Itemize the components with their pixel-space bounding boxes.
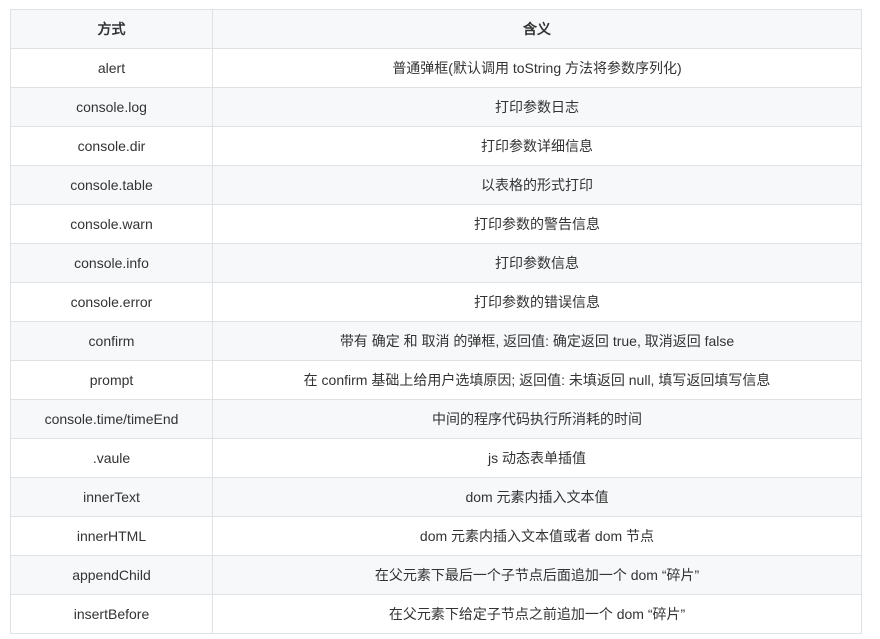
- method-cell: console.table: [10, 165, 213, 205]
- table-row: console.table 以表格的形式打印: [10, 165, 862, 205]
- table-row: console.warn 打印参数的警告信息: [10, 204, 862, 244]
- meaning-cell: 打印参数的错误信息: [212, 282, 862, 322]
- table-body: alert 普通弹框(默认调用 toString 方法将参数序列化) conso…: [10, 48, 862, 634]
- method-cell: console.info: [10, 243, 213, 283]
- meaning-cell: 在父元素下给定子节点之前追加一个 dom “碎片”: [212, 594, 862, 634]
- meaning-cell: dom 元素内插入文本值: [212, 477, 862, 517]
- method-cell: console.dir: [10, 126, 213, 166]
- header-meaning: 含义: [212, 9, 862, 49]
- method-cell: confirm: [10, 321, 213, 361]
- table-row: console.dir 打印参数详细信息: [10, 126, 862, 166]
- table-row: appendChild 在父元素下最后一个子节点后面追加一个 dom “碎片”: [10, 555, 862, 595]
- method-cell: console.time/timeEnd: [10, 399, 213, 439]
- meaning-cell: 打印参数信息: [212, 243, 862, 283]
- methods-table: 方式 含义 alert 普通弹框(默认调用 toString 方法将参数序列化)…: [10, 9, 862, 634]
- method-cell: alert: [10, 48, 213, 88]
- meaning-cell: 中间的程序代码执行所消耗的时间: [212, 399, 862, 439]
- table-row: .vaule js 动态表单插值: [10, 438, 862, 478]
- method-cell: console.error: [10, 282, 213, 322]
- table-row: alert 普通弹框(默认调用 toString 方法将参数序列化): [10, 48, 862, 88]
- meaning-cell: js 动态表单插值: [212, 438, 862, 478]
- table-row: console.error 打印参数的错误信息: [10, 282, 862, 322]
- method-cell: console.log: [10, 87, 213, 127]
- method-cell: innerHTML: [10, 516, 213, 556]
- table-row: prompt 在 confirm 基础上给用户选填原因; 返回值: 未填返回 n…: [10, 360, 862, 400]
- meaning-cell: 打印参数详细信息: [212, 126, 862, 166]
- method-cell: appendChild: [10, 555, 213, 595]
- meaning-cell: 打印参数的警告信息: [212, 204, 862, 244]
- table-row: confirm 带有 确定 和 取消 的弹框, 返回值: 确定返回 true, …: [10, 321, 862, 361]
- meaning-cell: dom 元素内插入文本值或者 dom 节点: [212, 516, 862, 556]
- meaning-cell: 普通弹框(默认调用 toString 方法将参数序列化): [212, 48, 862, 88]
- meaning-cell: 打印参数日志: [212, 87, 862, 127]
- meaning-cell: 带有 确定 和 取消 的弹框, 返回值: 确定返回 true, 取消返回 fal…: [212, 321, 862, 361]
- meaning-cell: 在父元素下最后一个子节点后面追加一个 dom “碎片”: [212, 555, 862, 595]
- table-row: innerHTML dom 元素内插入文本值或者 dom 节点: [10, 516, 862, 556]
- table-row: innerText dom 元素内插入文本值: [10, 477, 862, 517]
- meaning-cell: 在 confirm 基础上给用户选填原因; 返回值: 未填返回 null, 填写…: [212, 360, 862, 400]
- method-cell: prompt: [10, 360, 213, 400]
- table-row: console.time/timeEnd 中间的程序代码执行所消耗的时间: [10, 399, 862, 439]
- header-row: 方式 含义: [10, 9, 862, 49]
- header-method: 方式: [10, 9, 213, 49]
- table-row: console.info 打印参数信息: [10, 243, 862, 283]
- method-cell: insertBefore: [10, 594, 213, 634]
- table-row: console.log 打印参数日志: [10, 87, 862, 127]
- method-cell: innerText: [10, 477, 213, 517]
- table-header: 方式 含义: [10, 9, 862, 49]
- meaning-cell: 以表格的形式打印: [212, 165, 862, 205]
- table-row: insertBefore 在父元素下给定子节点之前追加一个 dom “碎片”: [10, 594, 862, 634]
- methods-table-container: 方式 含义 alert 普通弹框(默认调用 toString 方法将参数序列化)…: [10, 9, 862, 634]
- method-cell: .vaule: [10, 438, 213, 478]
- method-cell: console.warn: [10, 204, 213, 244]
